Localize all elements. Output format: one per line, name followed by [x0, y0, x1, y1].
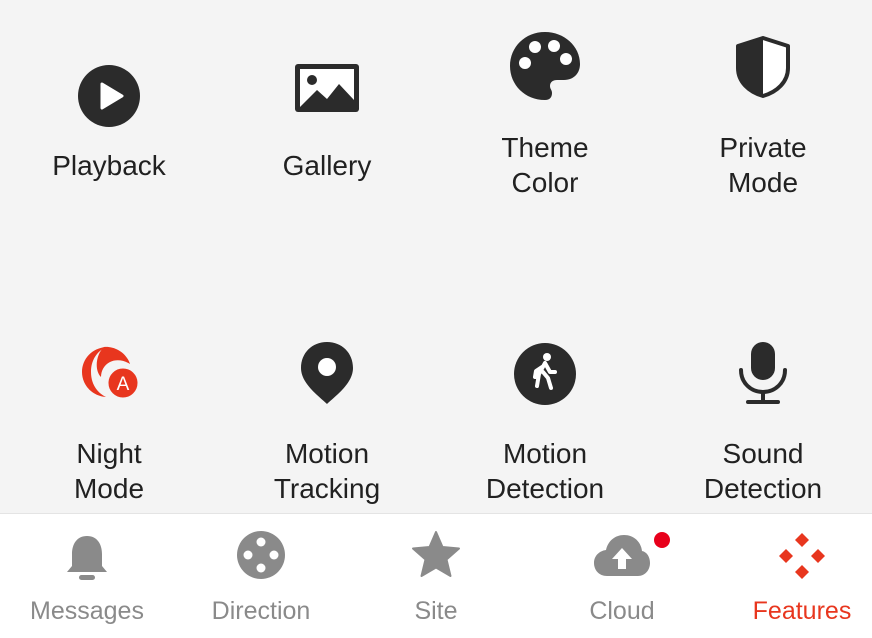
- tab-label: Features: [752, 597, 852, 625]
- feature-night-mode[interactable]: A Night Mode: [0, 310, 218, 513]
- feature-label: Gallery: [282, 150, 372, 181]
- feature-label: Sound Detection: [703, 438, 823, 504]
- tab-label: Site: [414, 597, 458, 625]
- bottom-tab-bar: Messages Direction Site Cloud Features: [0, 513, 872, 637]
- bell-icon: [67, 536, 107, 580]
- tab-site[interactable]: Site: [349, 514, 523, 638]
- features-grid: Playback Gallery Theme Color Private Mod…: [0, 0, 872, 513]
- feature-label: Motion Detection: [485, 438, 605, 504]
- feature-sound-detection[interactable]: Sound Detection: [654, 310, 872, 513]
- feature-gallery[interactable]: Gallery: [218, 20, 436, 250]
- tab-label: Direction: [211, 597, 311, 625]
- features-grid-icon: [779, 533, 825, 579]
- feature-theme-color[interactable]: Theme Color: [436, 20, 654, 250]
- feature-label: Playback: [52, 150, 166, 181]
- feature-label: Night Mode: [73, 438, 145, 504]
- tab-label: Messages: [30, 597, 144, 625]
- tab-label: Cloud: [589, 597, 655, 625]
- night-auto-icon: A: [82, 346, 141, 401]
- svg-text:A: A: [117, 374, 130, 395]
- tab-direction[interactable]: Direction: [174, 514, 348, 638]
- tab-features[interactable]: Features: [715, 514, 872, 638]
- image-icon: [295, 64, 359, 112]
- feature-label: Private Mode: [719, 132, 807, 198]
- walking-person-icon: [514, 343, 576, 405]
- location-pin-icon: [301, 342, 353, 404]
- microphone-icon: [739, 342, 787, 404]
- feature-motion-detection[interactable]: Motion Detection: [436, 310, 654, 513]
- palette-icon: [510, 32, 580, 100]
- play-circle-icon: [78, 65, 140, 127]
- tab-messages[interactable]: Messages: [0, 514, 174, 638]
- star-icon: [412, 531, 460, 577]
- notification-badge: [654, 532, 670, 548]
- feature-label: Theme Color: [501, 132, 589, 198]
- feature-private-mode[interactable]: Private Mode: [654, 20, 872, 250]
- tab-cloud[interactable]: Cloud: [535, 514, 709, 638]
- feature-label: Motion Tracking: [273, 438, 381, 504]
- feature-motion-tracking[interactable]: Motion Tracking: [218, 310, 436, 513]
- shield-icon: [736, 36, 790, 98]
- direction-pad-icon: [237, 531, 285, 579]
- cloud-upload-icon: [594, 535, 650, 576]
- feature-playback[interactable]: Playback: [0, 20, 218, 250]
